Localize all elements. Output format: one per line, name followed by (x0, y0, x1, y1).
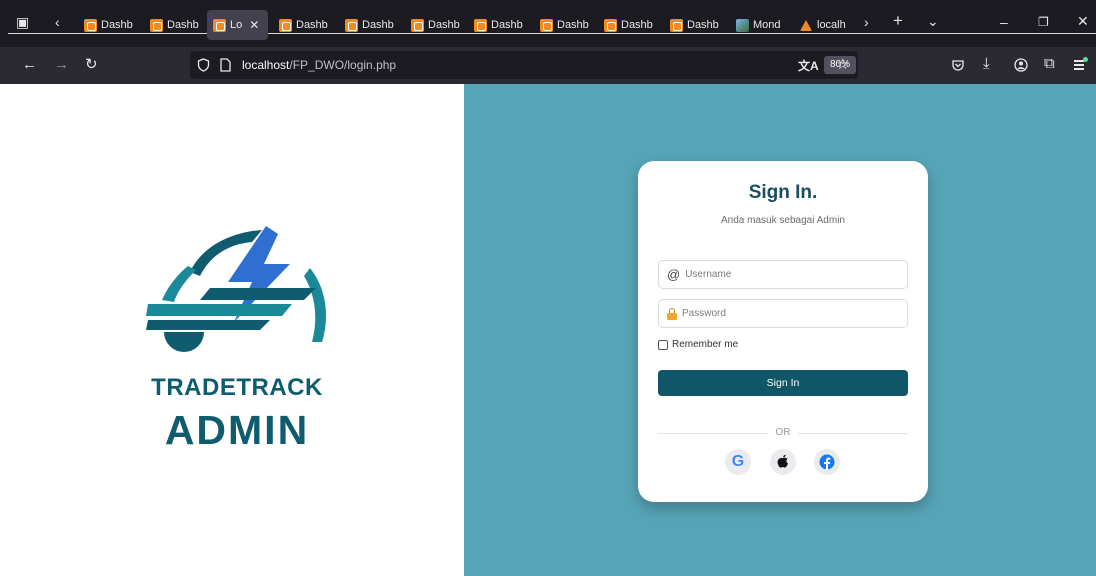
address-bar[interactable]: localhost/FP_DWO/login.php 文A 80% ☆ (190, 51, 858, 79)
new-tab-plus-icon[interactable]: + (893, 12, 903, 29)
tab-dashboard-6[interactable]: Dashb (474, 13, 524, 37)
image-favicon-icon (736, 18, 749, 32)
xampp-favicon-icon (345, 18, 358, 32)
tab-label: Dashb (687, 19, 719, 31)
username-field[interactable]: @ Username (658, 260, 908, 289)
update-dot (1083, 57, 1088, 62)
pocket-icon[interactable] (951, 58, 965, 72)
restore-icon[interactable]: ❐ (1038, 14, 1049, 30)
browser-nav-bar: ← → ↻ localhost/FP_DWO/login.php 文A 80% … (0, 47, 1096, 84)
login-card: Sign In. Anda masuk sebagai Admin @ User… (638, 161, 928, 502)
remember-me-row: Remember me (658, 339, 738, 350)
xampp-favicon-icon (540, 18, 553, 32)
tab-label: Dashb (296, 19, 328, 31)
tab-label: Dashb (362, 19, 394, 31)
xampp-favicon-icon (604, 18, 617, 32)
page-info-icon[interactable] (220, 58, 231, 72)
back-arrow-icon[interactable]: ← (22, 57, 37, 73)
remember-me-label[interactable]: Remember me (672, 339, 738, 350)
xampp-favicon-icon (670, 18, 683, 32)
tab-dashboard-2[interactable]: Dashb (150, 13, 200, 37)
or-label: OR (775, 427, 791, 438)
facebook-login-button[interactable] (814, 449, 840, 475)
tab-label: Dashb (428, 19, 460, 31)
tab-dashboard-8[interactable]: Dashb (604, 13, 654, 37)
tab-overview-icon[interactable]: ▣ (16, 14, 29, 30)
close-window-icon[interactable]: ✕ (1077, 13, 1089, 29)
xampp-favicon-icon (213, 18, 226, 32)
url-path: /FP_DWO/login.php (289, 58, 397, 72)
tab-dashboard-9[interactable]: Dashb (670, 13, 720, 37)
close-tab-icon[interactable]: ✕ (249, 18, 259, 32)
apple-icon (777, 454, 788, 468)
at-sign-icon: @ (667, 266, 681, 282)
tradetrack-logo-icon (146, 226, 326, 352)
url-host: localhost (242, 58, 290, 72)
password-field[interactable]: Password (658, 299, 908, 328)
translate-icon[interactable]: 文A (798, 57, 819, 74)
login-pane: Sign In. Anda masuk sebagai Admin @ User… (464, 84, 1096, 576)
tab-label: Lo (230, 19, 243, 31)
username-placeholder: Username (685, 269, 732, 280)
account-icon[interactable] (1014, 58, 1028, 72)
login-subtitle: Anda masuk sebagai Admin (721, 215, 845, 226)
tab-dashboard-7[interactable]: Dashb (540, 13, 590, 37)
xampp-favicon-icon (150, 18, 163, 32)
apple-login-button[interactable] (770, 449, 796, 475)
menu-icon[interactable] (1074, 57, 1088, 71)
shield-icon[interactable] (197, 58, 210, 72)
tab-label: Mond (753, 19, 781, 31)
branding-pane: TRADETRACK ADMIN (0, 84, 464, 576)
lock-icon (667, 307, 677, 320)
scroll-tabs-left-icon[interactable]: ‹ (55, 14, 60, 30)
browser-tab-bar: ▣ ‹ Dashb Dashb Lo ✕ Dashb Dashb Dashb D… (0, 0, 1096, 47)
tab-dashboard-5[interactable]: Dashb (411, 13, 461, 37)
brand-name: TRADETRACK (151, 374, 323, 401)
tab-label: Dashb (557, 19, 589, 31)
login-page: TRADETRACK ADMIN Sign In. Anda masuk seb… (0, 84, 1096, 576)
xampp-logo-favicon-icon (800, 19, 813, 32)
reload-icon[interactable]: ↻ (85, 57, 98, 73)
tab-dashboard-1[interactable]: Dashb (84, 13, 134, 37)
password-placeholder: Password (682, 308, 726, 319)
tab-label: Dashb (167, 19, 199, 31)
tab-label: Dashb (621, 19, 653, 31)
list-all-tabs-chevron-down-icon[interactable]: ⌄ (927, 13, 939, 29)
brand-role: ADMIN (164, 407, 310, 453)
remember-me-checkbox[interactable] (658, 339, 668, 350)
xampp-favicon-icon (84, 18, 97, 32)
login-title: Sign In. (748, 182, 818, 203)
tab-dashboard-4[interactable]: Dashb (345, 13, 395, 37)
tab-localhost[interactable]: localh (800, 13, 852, 37)
forward-arrow-icon[interactable]: → (54, 57, 69, 73)
google-icon: G (731, 453, 745, 470)
downloads-icon[interactable]: ⤓ (983, 56, 990, 72)
bookmark-star-icon[interactable]: ☆ (836, 55, 849, 73)
tab-monday[interactable]: Mond (736, 13, 786, 37)
xampp-favicon-icon (474, 18, 487, 32)
facebook-icon (819, 454, 835, 470)
xampp-favicon-icon (411, 18, 424, 32)
scroll-tabs-right-icon[interactable]: › (864, 14, 869, 30)
tab-label: Dashb (491, 19, 523, 31)
tab-label: localh (817, 19, 846, 31)
minimize-icon[interactable]: – (1000, 14, 1008, 30)
extensions-icon[interactable]: ⧉ (1044, 56, 1055, 72)
tab-label: Dashb (101, 19, 133, 31)
tab-dashboard-3[interactable]: Dashb (279, 13, 329, 37)
tab-login-active[interactable]: Lo ✕ (207, 10, 268, 40)
google-login-button[interactable]: G (725, 449, 751, 475)
sign-in-button[interactable]: Sign In (658, 370, 908, 396)
xampp-favicon-icon (279, 18, 292, 32)
url-text: localhost/FP_DWO/login.php (242, 58, 396, 72)
